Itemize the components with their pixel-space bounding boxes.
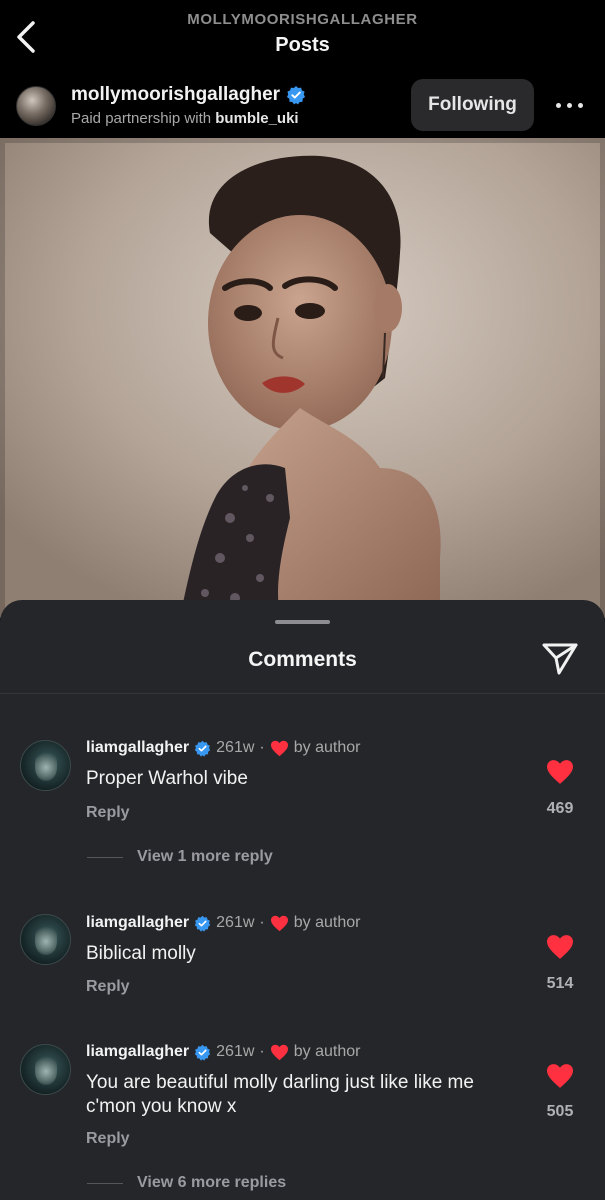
following-button[interactable]: Following — [411, 79, 534, 131]
sponsor-link[interactable]: bumble_uki — [215, 110, 298, 127]
more-horizontal-icon — [555, 102, 561, 108]
share-button[interactable] — [540, 640, 580, 678]
meta-separator: · — [259, 739, 265, 756]
like-count: 505 — [546, 1103, 574, 1120]
comment-meta: liamgallagher 261w · by author — [86, 1043, 360, 1061]
view-more-replies-label[interactable]: View 6 more replies — [137, 1174, 286, 1192]
comment-age: 261w — [216, 739, 255, 756]
reply-thread-line — [87, 856, 123, 858]
liked-by-author-label: by author — [293, 1043, 361, 1060]
comments-sheet: Comments liamgallagher 261w · by author … — [0, 600, 605, 1200]
like-heart-icon[interactable] — [545, 934, 575, 960]
like-heart-icon[interactable] — [545, 1063, 575, 1089]
top-bar: MOLLYMOORISHGALLAGHER Posts — [0, 0, 605, 72]
portrait-image — [0, 138, 605, 618]
view-more-replies-label[interactable]: View 1 more reply — [137, 848, 273, 866]
verified-badge-icon — [195, 915, 211, 932]
view-more-replies[interactable]: View 6 more replies — [87, 1174, 286, 1192]
comment-meta: liamgallagher 261w · by author — [86, 914, 360, 932]
avatar[interactable] — [16, 86, 56, 126]
verified-badge-icon — [287, 86, 306, 105]
comment-age: 261w — [216, 914, 255, 931]
reply-button[interactable]: Reply — [86, 804, 130, 822]
drag-handle[interactable] — [275, 620, 330, 624]
comment-username[interactable]: liamgallagher — [86, 1043, 189, 1061]
send-icon — [542, 643, 578, 675]
reply-thread-line — [87, 1182, 123, 1184]
comment-text: Biblical molly — [86, 943, 196, 964]
reply-button[interactable]: Reply — [86, 978, 130, 996]
meta-separator: · — [259, 1043, 265, 1060]
page-title: Posts — [275, 34, 330, 56]
post-header: mollymoorishgallagher Paid partnership w… — [0, 72, 605, 138]
comment-username[interactable]: liamgallagher — [86, 914, 189, 932]
avatar[interactable] — [20, 740, 71, 791]
reply-button[interactable]: Reply — [86, 1130, 130, 1148]
comment-text: Proper Warhol vibe — [86, 768, 248, 789]
verified-badge-icon — [195, 1044, 211, 1061]
post-username[interactable]: mollymoorishgallagher — [71, 84, 280, 106]
heart-icon — [270, 1044, 288, 1060]
heart-icon — [270, 915, 288, 931]
avatar[interactable] — [20, 914, 71, 965]
divider — [0, 693, 605, 694]
profile-username-header: MOLLYMOORISHGALLAGHER — [187, 11, 418, 28]
more-options-button[interactable] — [549, 93, 589, 117]
meta-separator: · — [259, 914, 265, 931]
avatar[interactable] — [20, 1044, 71, 1095]
post-photo[interactable] — [0, 138, 605, 618]
liked-by-author-label: by author — [293, 914, 361, 931]
comment-username[interactable]: liamgallagher — [86, 739, 189, 757]
verified-badge-icon — [195, 740, 211, 757]
like-heart-icon[interactable] — [545, 759, 575, 785]
comment-age: 261w — [216, 1043, 255, 1060]
post-author[interactable]: mollymoorishgallagher — [71, 84, 306, 106]
heart-icon — [270, 740, 288, 756]
like-count: 514 — [546, 975, 574, 992]
like-count: 469 — [546, 800, 574, 817]
liked-by-author-label: by author — [293, 739, 361, 756]
comment-text: You are beautiful molly darling just lik… — [86, 1072, 474, 1117]
comments-title: Comments — [248, 648, 357, 671]
comment-meta: liamgallagher 261w · by author — [86, 739, 360, 757]
paid-partnership-label: Paid partnership with bumble_uki — [71, 110, 299, 127]
view-more-replies[interactable]: View 1 more reply — [87, 848, 273, 866]
